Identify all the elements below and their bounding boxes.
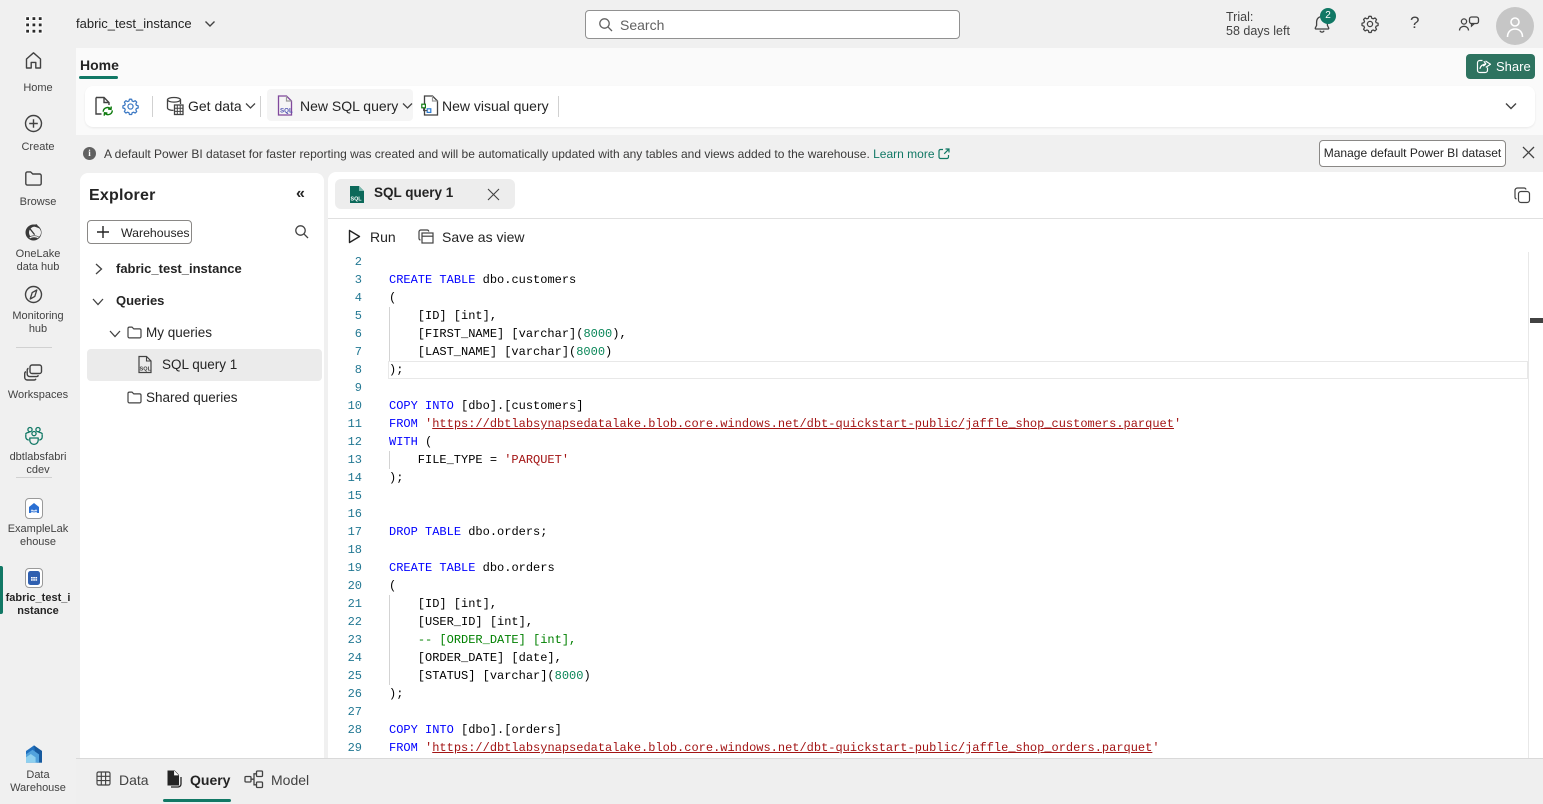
svg-text:SQL: SQL [351, 197, 363, 203]
svg-text:SQL: SQL [280, 108, 293, 115]
svg-text:SQL: SQL [140, 367, 152, 373]
